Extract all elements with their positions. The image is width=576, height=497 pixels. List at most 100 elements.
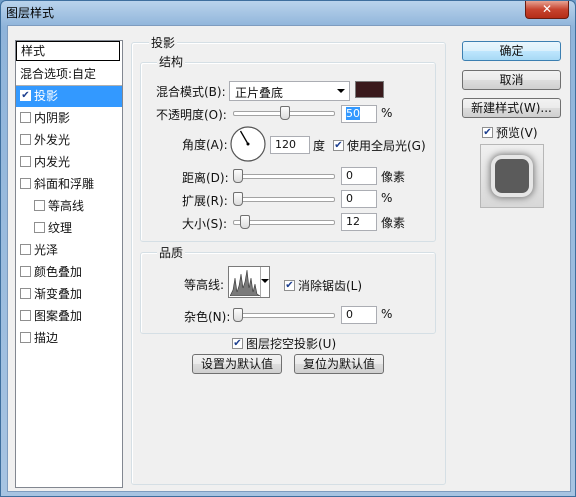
noise-slider[interactable] <box>233 308 335 322</box>
style-list-item[interactable]: 纹理 <box>16 217 122 239</box>
contour-picker[interactable] <box>228 266 270 298</box>
noise-unit: % <box>381 307 393 321</box>
spread-label: 扩展(R): <box>182 194 228 208</box>
shadow-color-swatch[interactable] <box>355 81 384 98</box>
global-light-check[interactable]: ✔ <box>333 140 344 151</box>
contour-preview-icon <box>230 268 260 296</box>
style-list-checkbox[interactable] <box>20 112 31 123</box>
distance-label: 距离(D): <box>182 171 229 185</box>
blend-mode-value: 正片叠底 <box>235 86 284 100</box>
spread-slider[interactable] <box>233 192 335 206</box>
make-default-button[interactable]: 设置为默认值 <box>192 354 282 374</box>
title-bar[interactable]: 图层样式 ✕ <box>1 1 575 25</box>
style-list-item-label: 颜色叠加 <box>34 265 83 279</box>
contour-label: 等高线: <box>184 278 225 292</box>
blend-mode-label: 混合模式(B): <box>156 85 226 99</box>
style-list-checkbox[interactable] <box>20 178 31 189</box>
contour-dropdown-arrow[interactable] <box>260 267 270 297</box>
style-list-item-label: 描边 <box>34 331 59 345</box>
style-list-item-label: 渐变叠加 <box>34 287 83 301</box>
style-list-item[interactable]: 光泽 <box>16 239 122 261</box>
size-slider-thumb[interactable] <box>240 215 250 229</box>
distance-unit: 像素 <box>381 170 406 184</box>
spread-input[interactable]: 0 <box>341 190 377 208</box>
chevron-down-icon <box>337 89 345 93</box>
preview-check[interactable]: ✔ <box>482 127 493 138</box>
chevron-down-icon <box>261 279 269 283</box>
structure-title: 结构 <box>157 53 186 70</box>
opacity-input[interactable]: 50 <box>341 105 377 123</box>
angle-dial[interactable] <box>229 125 267 163</box>
style-list-checkbox[interactable] <box>20 156 31 167</box>
reset-default-button[interactable]: 复位为默认值 <box>294 354 384 374</box>
size-slider[interactable] <box>233 215 335 229</box>
angle-label: 角度(A): <box>182 138 228 152</box>
style-list-item[interactable]: 内阴影 <box>16 107 122 129</box>
global-light-checkbox[interactable]: ✔ 使用全局光(G) <box>333 137 426 154</box>
style-list-checkbox[interactable] <box>20 288 31 299</box>
window-title: 图层样式 <box>6 6 55 20</box>
style-list-checkbox[interactable] <box>20 134 31 145</box>
size-label: 大小(S): <box>182 217 228 231</box>
style-list-checkbox[interactable] <box>20 244 31 255</box>
spread-slider-thumb[interactable] <box>233 192 243 206</box>
style-list-item-label: 内发光 <box>34 155 71 169</box>
style-list-item-label: 混合选项:自定 <box>20 67 97 81</box>
style-list-item[interactable]: 图案叠加 <box>16 305 122 327</box>
style-list-item[interactable]: 颜色叠加 <box>16 261 122 283</box>
preview-checkbox[interactable]: ✔ 预览(V) <box>482 124 538 141</box>
dialog-client: 样式 混合选项:自定 ✔ 投影 内阴影 外发光 内发光 斜面和浮雕 等高线 纹理 光泽 颜色叠加 渐变… <box>7 25 571 492</box>
style-list-item[interactable]: ✔ 投影 <box>16 85 122 107</box>
style-list-item[interactable]: 混合选项:自定 <box>16 63 122 85</box>
style-list-checkbox[interactable] <box>20 310 31 321</box>
size-input[interactable]: 12 <box>341 213 377 231</box>
style-list-item-label: 外发光 <box>34 133 71 147</box>
layer-knockout-check[interactable]: ✔ <box>232 338 243 349</box>
angle-unit: 度 <box>313 139 326 153</box>
style-list-item-label: 等高线 <box>48 199 85 213</box>
noise-slider-thumb[interactable] <box>233 308 243 322</box>
opacity-unit: % <box>381 106 393 120</box>
style-list-item[interactable]: 内发光 <box>16 151 122 173</box>
style-list-item-label: 内阴影 <box>34 111 71 125</box>
ok-button[interactable]: 确定 <box>462 41 561 61</box>
spread-unit: % <box>381 191 393 205</box>
style-list-checkbox[interactable] <box>20 266 31 277</box>
quality-title: 品质 <box>157 244 186 261</box>
style-list-item[interactable]: 等高线 <box>16 195 122 217</box>
style-list-item[interactable]: 斜面和浮雕 <box>16 173 122 195</box>
opacity-slider-thumb[interactable] <box>280 106 290 120</box>
style-list-item[interactable]: 外发光 <box>16 129 122 151</box>
anti-alias-checkbox[interactable]: ✔ 消除锯齿(L) <box>284 277 362 294</box>
drop-shadow-title: 投影 <box>149 34 178 51</box>
distance-slider[interactable] <box>233 169 335 183</box>
style-list: 样式 混合选项:自定 ✔ 投影内阴影外发光内发光斜面和浮雕等高线纹理光泽颜色叠加渐变… <box>15 40 123 488</box>
close-button[interactable]: ✕ <box>525 1 569 19</box>
layer-knockout-checkbox[interactable]: ✔ 图层挖空投影(U) <box>232 335 336 352</box>
distance-slider-thumb[interactable] <box>233 169 243 183</box>
style-preview-thumbnail <box>480 144 544 208</box>
distance-input[interactable]: 0 <box>341 167 377 185</box>
layer-style-dialog: 图层样式 ✕ 样式 混合选项:自定 ✔ 投影 内阴影 外发光 内发光 斜面和浮雕 等高线 纹理光… <box>0 0 576 497</box>
preview-shape <box>495 159 529 193</box>
style-list-header[interactable]: 样式 <box>16 41 120 61</box>
blend-mode-dropdown[interactable]: 正片叠底 <box>229 81 350 101</box>
style-list-checkbox[interactable] <box>34 222 45 233</box>
noise-label: 杂色(N): <box>184 310 231 324</box>
new-style-button[interactable]: 新建样式(W)... <box>462 98 561 118</box>
style-list-checkbox[interactable] <box>20 332 31 343</box>
style-list-item-label: 投影 <box>34 89 59 103</box>
cancel-button[interactable]: 取消 <box>462 70 561 90</box>
style-list-item[interactable]: 渐变叠加 <box>16 283 122 305</box>
style-list-checkbox[interactable]: ✔ <box>20 90 31 101</box>
opacity-slider[interactable] <box>233 106 335 120</box>
list-divider <box>16 85 122 86</box>
angle-input[interactable]: 120 <box>270 136 310 154</box>
noise-input[interactable]: 0 <box>341 306 377 324</box>
style-list-checkbox[interactable] <box>34 200 45 211</box>
style-list-item-label: 图案叠加 <box>34 309 83 323</box>
size-unit: 像素 <box>381 216 406 230</box>
style-list-item-label: 光泽 <box>34 243 59 257</box>
anti-alias-check[interactable]: ✔ <box>284 280 295 291</box>
style-list-item[interactable]: 描边 <box>16 327 122 349</box>
